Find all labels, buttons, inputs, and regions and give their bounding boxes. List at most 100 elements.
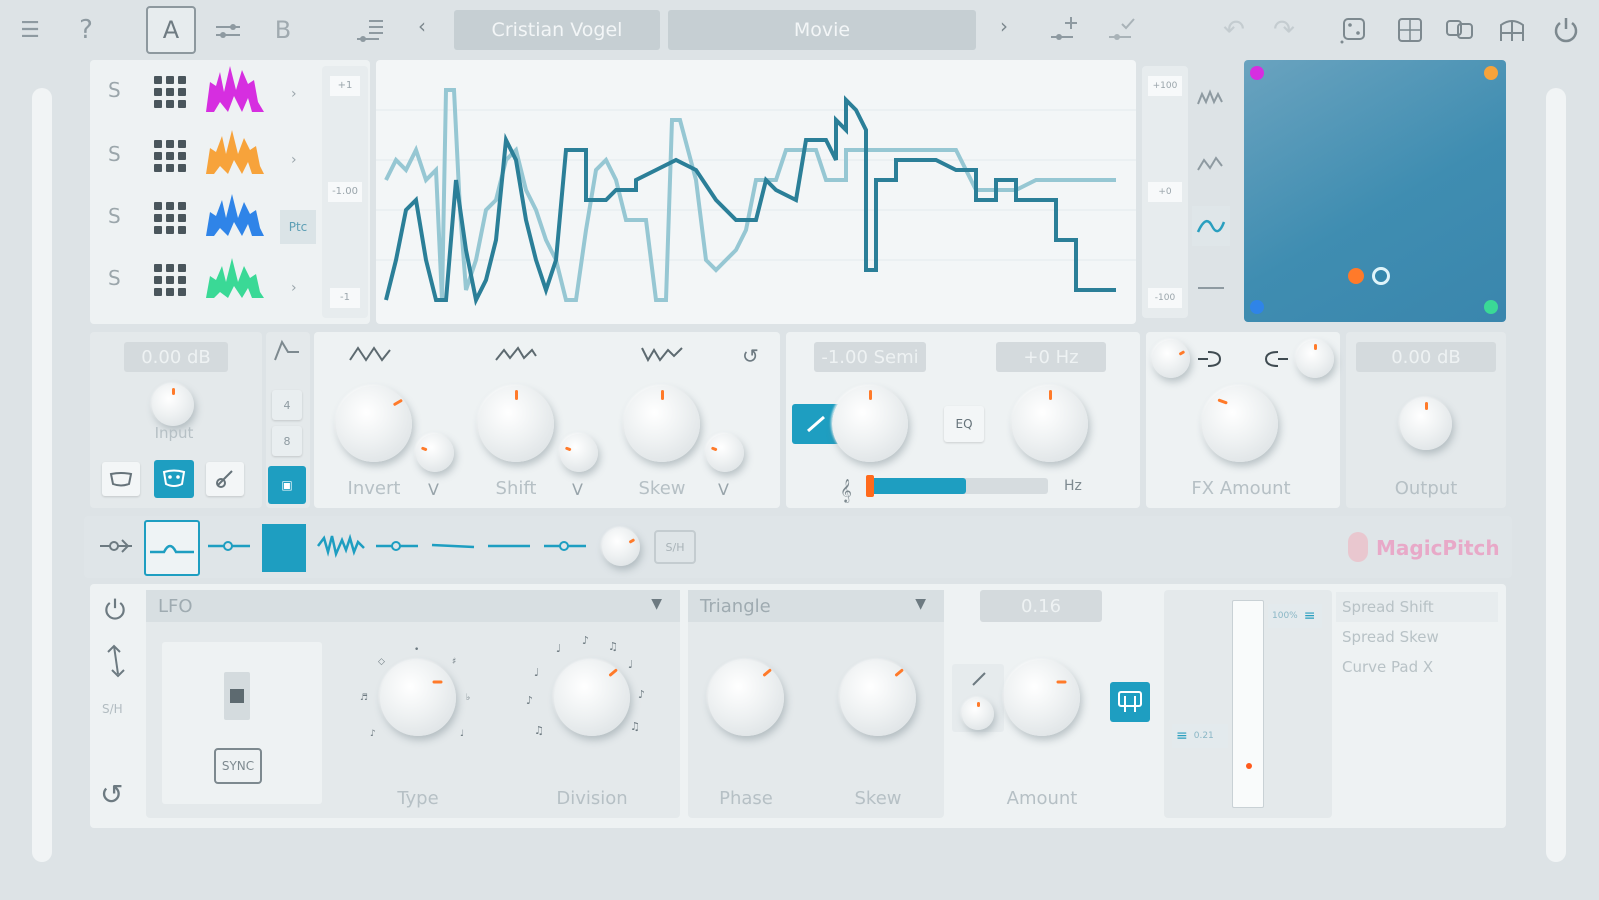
target-spread-shift[interactable]: Spread Shift bbox=[1342, 598, 1434, 616]
right-scroll-rail[interactable] bbox=[1546, 88, 1566, 862]
preset-name[interactable]: Movie bbox=[668, 10, 976, 50]
randomize-icon[interactable] bbox=[1334, 10, 1374, 50]
hz-knob[interactable] bbox=[1012, 386, 1088, 462]
mod-slot-2[interactable] bbox=[206, 534, 252, 558]
grid-icon[interactable] bbox=[154, 76, 186, 108]
target-spread-skew[interactable]: Spread Skew bbox=[1342, 628, 1439, 646]
source-badge-2[interactable]: › bbox=[291, 152, 297, 168]
output-gain-knob[interactable] bbox=[1400, 398, 1452, 450]
grid-icon[interactable] bbox=[154, 202, 186, 234]
dice-pair-icon[interactable] bbox=[1440, 10, 1480, 50]
depth-max-badge[interactable]: 100% ≡ bbox=[1268, 604, 1322, 628]
strip-knob[interactable] bbox=[602, 528, 640, 566]
scope-left-scale[interactable]: +1 -1.00 -1 bbox=[322, 66, 368, 318]
shift-v-label[interactable]: V bbox=[572, 480, 583, 499]
smooth-curve-icon[interactable] bbox=[1192, 206, 1230, 246]
guitar-mode-button[interactable] bbox=[206, 462, 244, 496]
quantize-4-button[interactable]: 4 bbox=[272, 390, 302, 420]
quantize-grid-button[interactable]: ▣ bbox=[268, 466, 306, 504]
fx-amount-knob[interactable] bbox=[1202, 386, 1278, 462]
grid-icon[interactable] bbox=[154, 140, 186, 172]
fx-send-right-knob[interactable] bbox=[1296, 340, 1334, 378]
division-knob[interactable] bbox=[554, 660, 630, 736]
skew-knob[interactable] bbox=[624, 386, 700, 462]
mod-source-dropdown[interactable]: LFO ▼ bbox=[146, 590, 680, 622]
preset-a-button[interactable]: A bbox=[146, 6, 196, 54]
mod-slot-3[interactable] bbox=[262, 524, 306, 572]
prev-preset-button[interactable]: ‹ bbox=[418, 14, 426, 38]
fine-tune-button[interactable]: EQ bbox=[944, 406, 984, 442]
amount-readout[interactable]: 0.16 bbox=[980, 590, 1102, 622]
scope-right-scale[interactable]: +100 +0 -100 bbox=[1142, 66, 1188, 318]
source-solo-1[interactable]: S bbox=[108, 78, 121, 102]
source-thumbnail-4[interactable] bbox=[202, 248, 268, 304]
reset-shape-icon[interactable]: ↺ bbox=[742, 344, 759, 368]
depth-slider[interactable] bbox=[1232, 600, 1264, 808]
mod-input-icon[interactable] bbox=[98, 534, 134, 558]
type-knob[interactable] bbox=[380, 660, 456, 736]
invert-knob[interactable] bbox=[336, 386, 412, 462]
target-curve-pad-x[interactable]: Curve Pad X bbox=[1342, 658, 1433, 676]
quantize-8-button[interactable]: 8 bbox=[272, 426, 302, 456]
amount-pencil-icon[interactable] bbox=[970, 670, 988, 688]
sample-hold-button[interactable]: S/H bbox=[654, 530, 696, 564]
xy-puck-orange[interactable] bbox=[1348, 268, 1364, 284]
amount-knob[interactable] bbox=[1004, 660, 1080, 736]
pitch-range-slider[interactable] bbox=[866, 475, 1048, 497]
preset-list-icon[interactable] bbox=[350, 10, 390, 50]
wave-skew-knob[interactable] bbox=[840, 660, 916, 736]
phase-knob[interactable] bbox=[708, 660, 784, 736]
mod-direction-icon[interactable] bbox=[104, 644, 128, 678]
semitone-readout[interactable]: -1.00 Semi bbox=[814, 342, 926, 372]
power-icon[interactable] bbox=[1546, 10, 1586, 50]
grid-icon[interactable] bbox=[154, 264, 186, 296]
invert-mod-knob[interactable] bbox=[416, 434, 454, 472]
hz-readout[interactable]: +0 Hz bbox=[996, 342, 1106, 372]
mod-sh-label[interactable]: S/H bbox=[102, 702, 123, 716]
preset-author[interactable]: Cristian Vogel bbox=[454, 10, 660, 50]
save-preset-icon[interactable] bbox=[1102, 10, 1142, 50]
xy-pad[interactable] bbox=[1244, 60, 1506, 322]
mod-slot-5[interactable] bbox=[374, 534, 420, 558]
invert-v-label[interactable]: V bbox=[428, 480, 439, 499]
shift-knob[interactable] bbox=[478, 386, 554, 462]
mod-power-icon[interactable] bbox=[102, 596, 128, 622]
zigzag-icon[interactable] bbox=[1196, 154, 1226, 174]
left-scroll-rail[interactable] bbox=[32, 88, 52, 862]
tempo-icon[interactable] bbox=[224, 672, 250, 720]
amount-small-knob[interactable] bbox=[962, 698, 994, 730]
semitone-knob[interactable] bbox=[832, 386, 908, 462]
copy-a-to-b-icon[interactable] bbox=[208, 10, 248, 50]
next-preset-button[interactable]: › bbox=[1000, 14, 1008, 38]
preset-b-button[interactable]: B bbox=[258, 6, 308, 54]
pitch-range-handle[interactable] bbox=[866, 475, 874, 497]
xy-puck-teal[interactable] bbox=[1372, 267, 1390, 285]
skew-mod-knob[interactable] bbox=[706, 434, 744, 472]
redo-icon[interactable]: ↷ bbox=[1264, 10, 1304, 50]
mod-slot-4[interactable] bbox=[316, 532, 366, 560]
wave-dropdown[interactable]: Triangle ▼ bbox=[688, 590, 944, 622]
input-gain-readout[interactable]: 0.00 dB bbox=[124, 342, 228, 372]
mod-reset-icon[interactable]: ↺ bbox=[100, 778, 123, 811]
skew-v-label[interactable]: V bbox=[718, 480, 729, 499]
source-thumbnail-2[interactable] bbox=[202, 124, 268, 180]
source-thumbnail-1[interactable] bbox=[202, 62, 268, 118]
mod-slot-7[interactable] bbox=[486, 534, 532, 558]
source-solo-3[interactable]: S bbox=[108, 204, 121, 228]
add-preset-icon[interactable] bbox=[1044, 10, 1084, 50]
menu-icon[interactable]: ☰ bbox=[10, 10, 50, 50]
mod-target-button[interactable] bbox=[1110, 682, 1150, 722]
source-thumbnail-3[interactable] bbox=[202, 186, 268, 242]
source-badge-pitch[interactable]: Ptc bbox=[280, 210, 316, 244]
source-solo-2[interactable]: S bbox=[108, 142, 121, 166]
squiggle-icon[interactable] bbox=[1196, 88, 1226, 108]
help-icon[interactable]: ? bbox=[66, 10, 106, 50]
source-badge-4[interactable]: › bbox=[291, 280, 297, 296]
depth-value-badge[interactable]: ≡ 0.21 bbox=[1172, 724, 1228, 748]
mask-mode-button[interactable] bbox=[102, 462, 140, 496]
shift-mod-knob[interactable] bbox=[560, 434, 598, 472]
flat-line-icon[interactable] bbox=[1196, 278, 1226, 298]
mod-slot-6[interactable] bbox=[430, 534, 476, 558]
source-badge-1[interactable]: › bbox=[291, 86, 297, 102]
input-gain-knob[interactable] bbox=[152, 384, 194, 426]
